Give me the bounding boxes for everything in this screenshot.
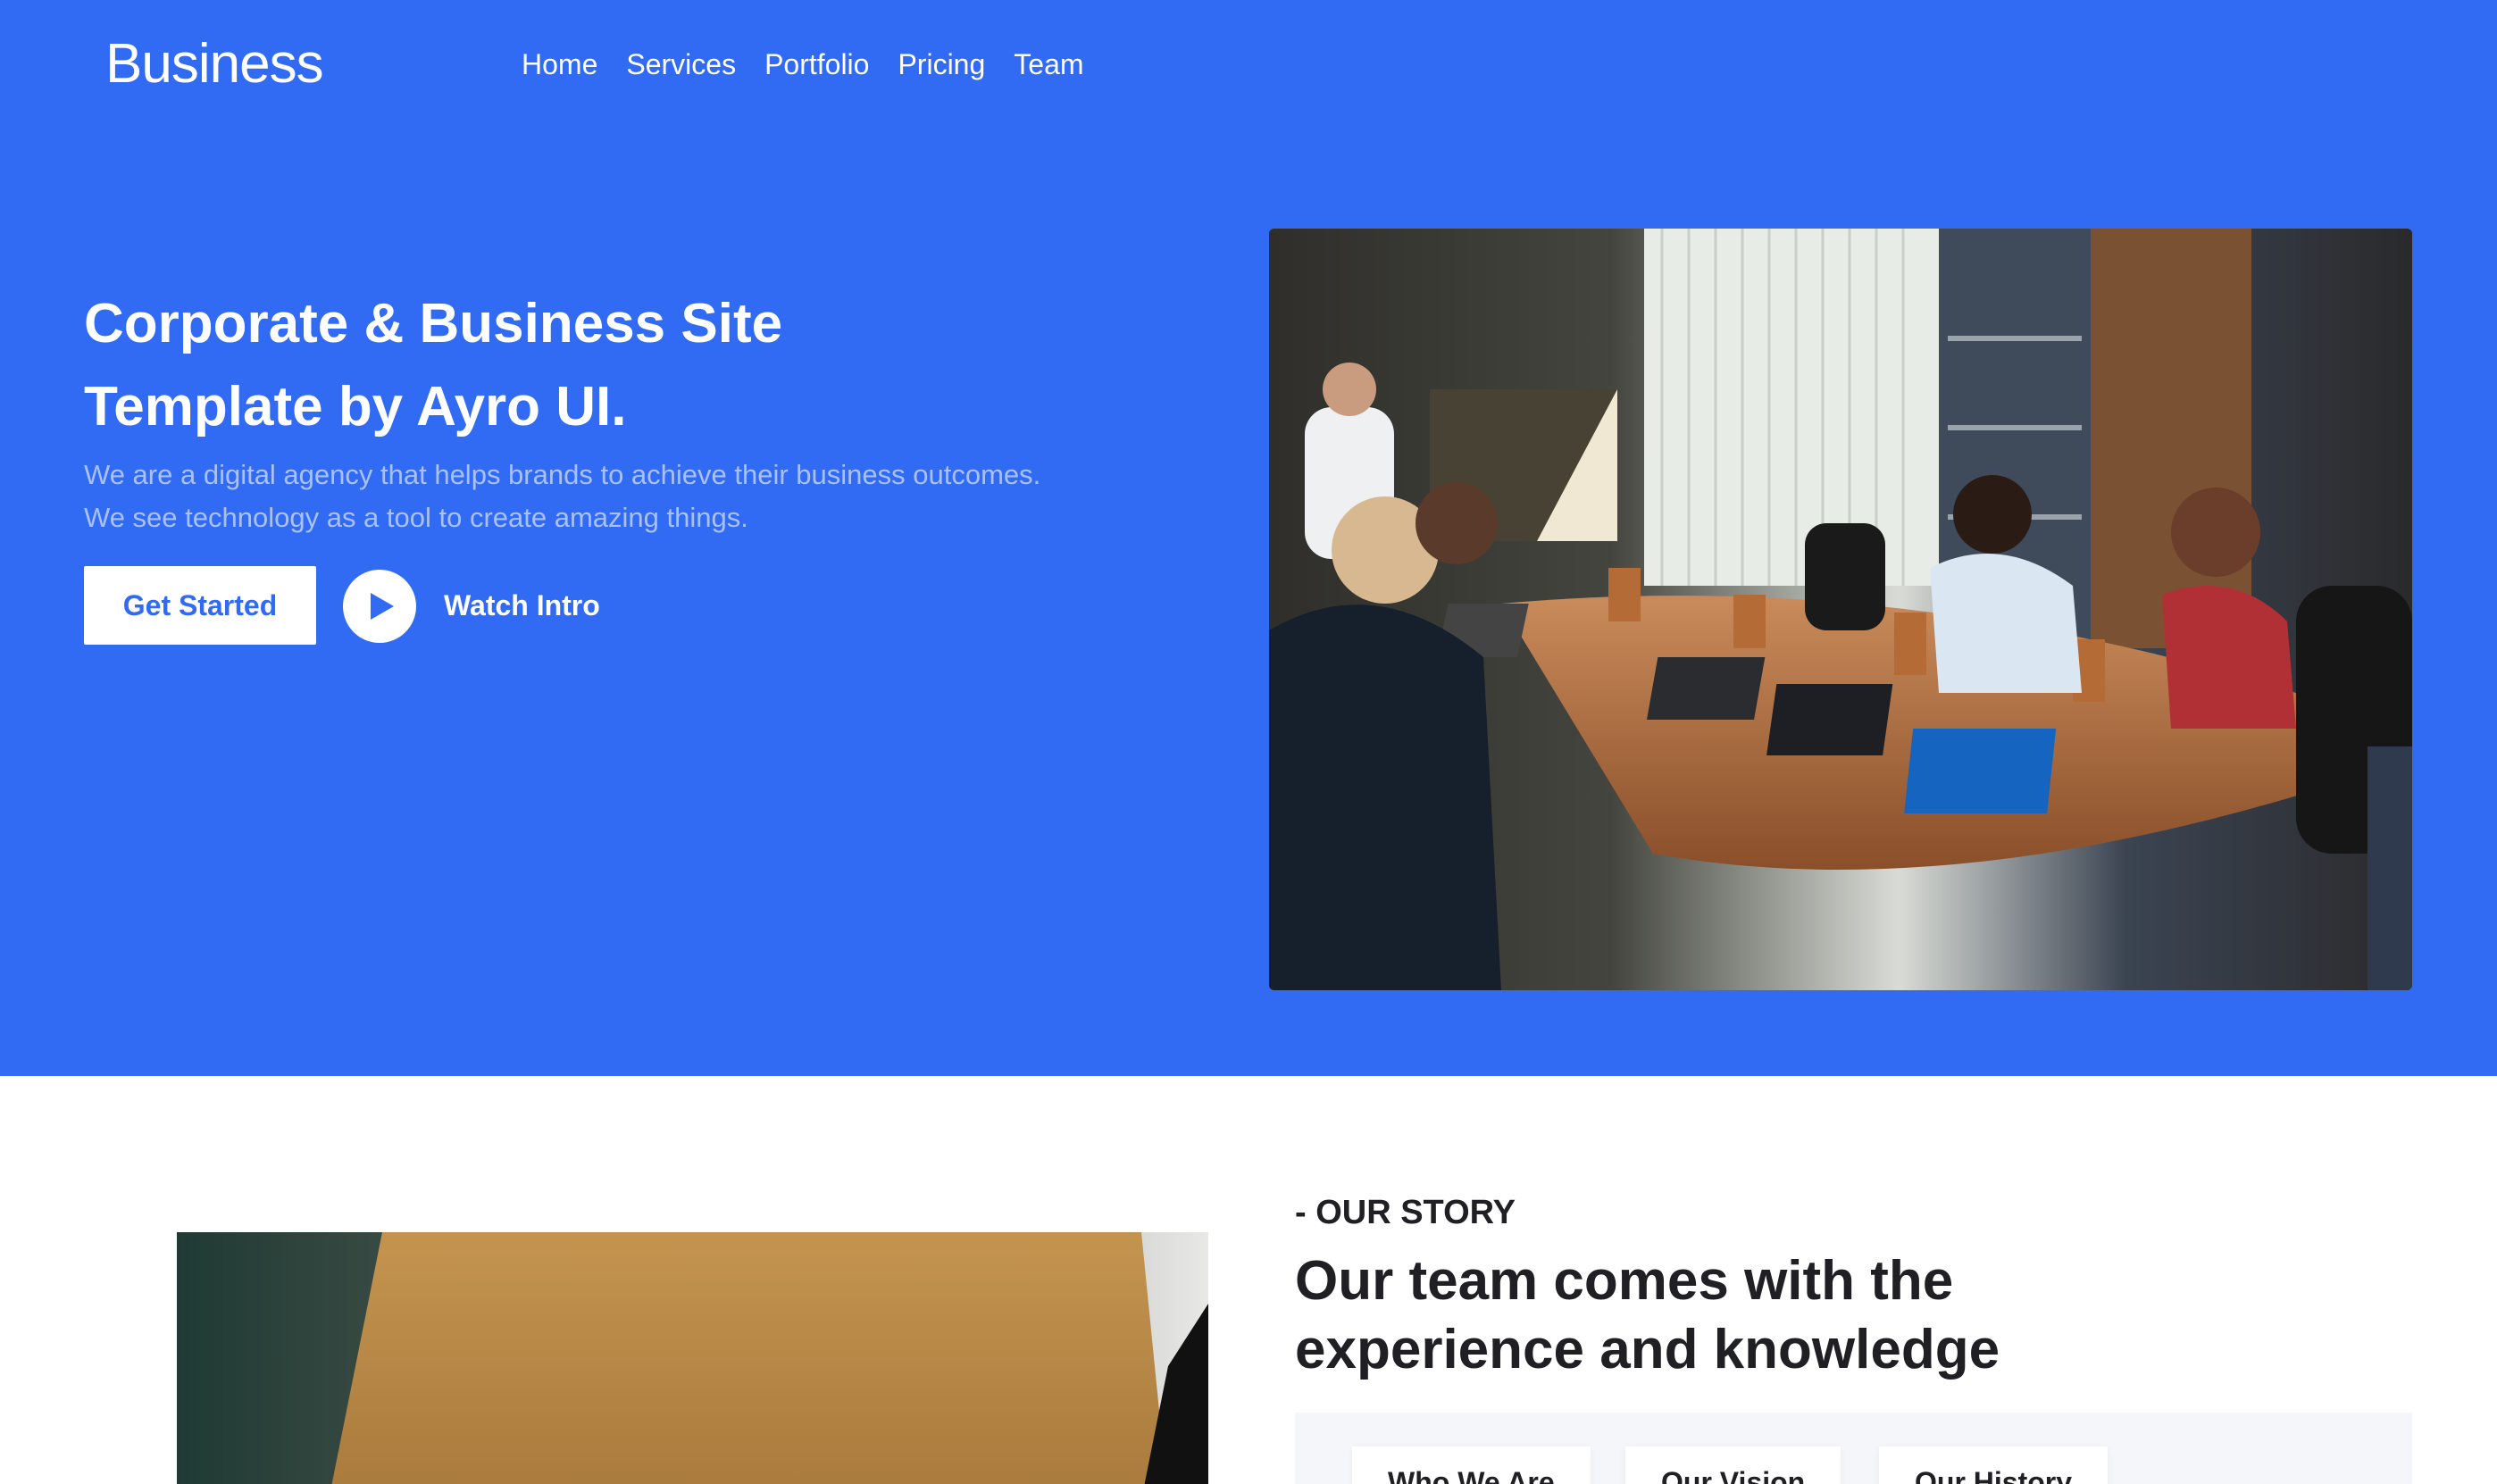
brand-logo[interactable]: Business: [105, 32, 324, 96]
story-tab-panel: Who We Are Our Vision Our History: [1295, 1413, 2412, 1484]
hero-desc-line-1: We are a digital agency that helps brand…: [84, 459, 1041, 490]
tab-our-history[interactable]: Our History: [1879, 1446, 2109, 1484]
main-nav: Home Services Portfolio Pricing Team: [522, 46, 1084, 82]
play-icon: [371, 593, 394, 620]
nav-services[interactable]: Services: [626, 46, 736, 82]
nav-pricing[interactable]: Pricing: [898, 46, 985, 82]
get-started-button[interactable]: Get Started: [84, 566, 316, 645]
play-button[interactable]: [343, 570, 416, 643]
hero-description: We are a digital agency that helps brand…: [84, 454, 1245, 539]
hero-section: Business Home Services Portfolio Pricing…: [0, 0, 2497, 1076]
nav-home[interactable]: Home: [522, 46, 597, 82]
hero-title-line-1: Corporate & Business Site: [84, 293, 783, 354]
tab-who-we-are[interactable]: Who We Are: [1352, 1446, 1591, 1484]
hero-title-line-2: Template by Ayro UI.: [84, 376, 627, 438]
story-title-line-1: Our team comes with the: [1295, 1250, 1954, 1312]
nav-portfolio[interactable]: Portfolio: [764, 46, 869, 82]
tab-our-vision[interactable]: Our Vision: [1625, 1446, 1841, 1484]
hero-title: Corporate & Business Site Template by Ay…: [84, 282, 1156, 448]
story-kicker: - OUR STORY: [1295, 1194, 1516, 1231]
story-photo: [177, 1232, 1208, 1484]
story-title-line-2: experience and knowledge: [1295, 1319, 2000, 1380]
watch-intro-link[interactable]: Watch Intro: [444, 588, 600, 623]
story-title: Our team comes with the experience and k…: [1295, 1246, 2277, 1384]
nav-team[interactable]: Team: [1014, 46, 1083, 82]
meeting-photo: [1269, 229, 2412, 990]
hero-desc-line-2: We see technology as a tool to create am…: [84, 502, 748, 533]
